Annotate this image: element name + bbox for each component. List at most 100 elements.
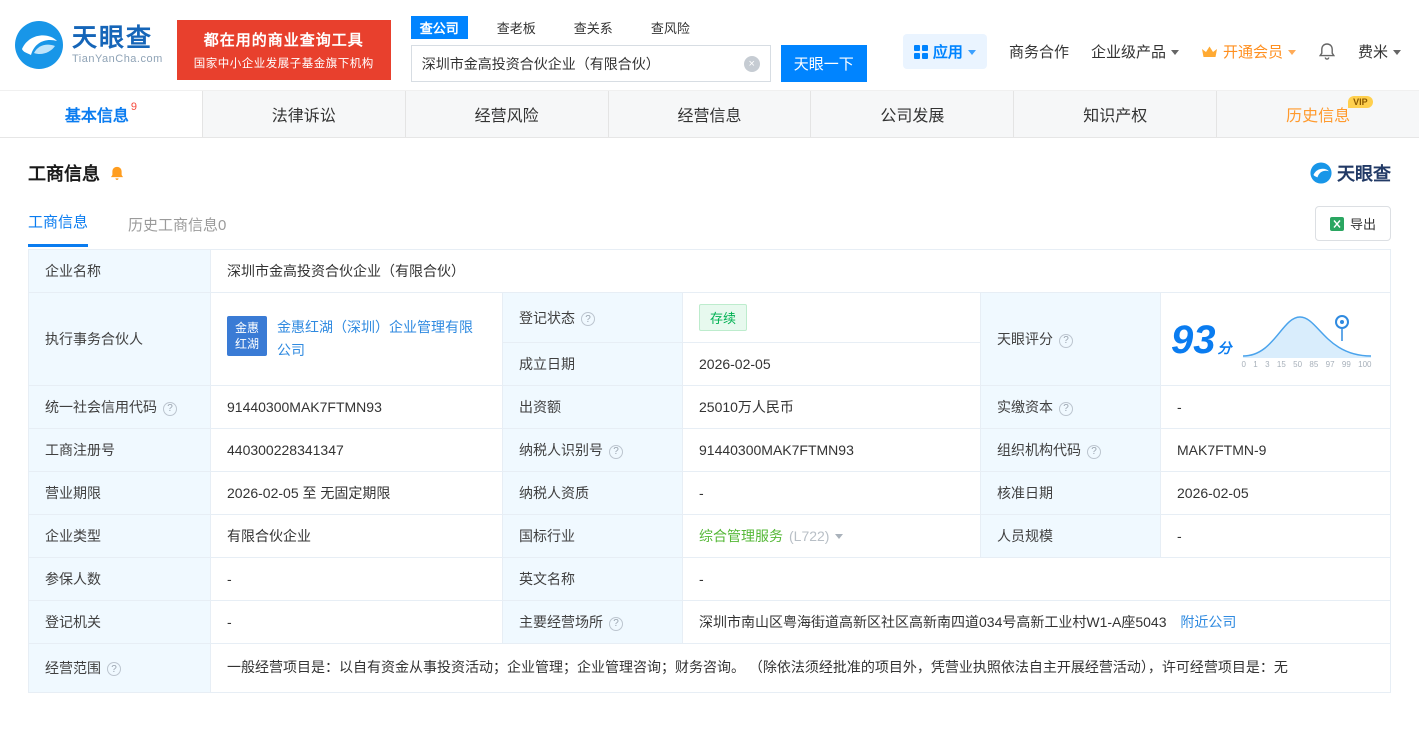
subscribe-bell-icon[interactable]: [109, 165, 125, 182]
search-tab-boss[interactable]: 查老板: [488, 16, 545, 39]
user-menu[interactable]: 费米: [1358, 41, 1401, 62]
value-registration-number: 440300228341347: [210, 428, 503, 472]
search-tab-company[interactable]: 查公司: [410, 16, 468, 39]
score-number: 93 分: [1171, 318, 1232, 362]
tab-operational-risk[interactable]: 经营风险: [406, 91, 609, 137]
score-axis: 01 3 15 50 85 97 99 100: [1241, 360, 1372, 369]
tab-badge: 9: [130, 101, 137, 113]
header: 天眼查 TianYanCha.com 都在用的商业查询工具 国家中小企业发展子基…: [0, 0, 1419, 90]
value-establish-date: 2026-02-05: [682, 342, 981, 386]
label-org-code: 组织机构代码?: [980, 428, 1161, 472]
nearby-companies-link[interactable]: 附近公司: [1180, 614, 1236, 630]
logo-subtitle: TianYanCha.com: [72, 52, 163, 65]
tianyancha-logo[interactable]: 天眼查 TianYanCha.com: [14, 20, 163, 70]
help-icon[interactable]: ?: [609, 444, 623, 459]
tab-intellectual-property[interactable]: 知识产权: [1014, 91, 1218, 137]
value-executive-partner: 金惠 红湖 金惠红湖（深圳）企业管理有限公司: [210, 292, 503, 386]
table-row: 登记机关 - 主要经营场所? 深圳市南山区粤海街道高新区社区高新南四道034号高…: [28, 600, 1391, 644]
label-company-type: 企业类型: [28, 514, 211, 558]
label-business-place: 主要经营场所?: [502, 600, 683, 644]
tab-basic-info[interactable]: 基本信息 9: [0, 91, 203, 137]
tab-history-info[interactable]: 历史信息 VIP: [1217, 91, 1419, 137]
value-insured-count: -: [210, 557, 503, 601]
clear-icon[interactable]: ×: [743, 55, 760, 72]
export-label: 导出: [1349, 217, 1376, 232]
status-badge: 存续: [699, 304, 748, 331]
label-capital: 出资额: [502, 385, 683, 429]
table-row: 经营范围? 一般经营项目是：以自有资金从事投资活动；企业管理；企业管理咨询；财务…: [28, 643, 1391, 693]
notification-bell-icon[interactable]: [1318, 42, 1336, 61]
label-establish-date: 成立日期: [502, 342, 683, 386]
search-button[interactable]: 天眼一下: [780, 45, 867, 82]
tab-label: 历史信息: [1286, 108, 1351, 125]
help-icon[interactable]: ?: [107, 662, 121, 677]
chevron-down-icon: [1393, 50, 1401, 55]
value-staff-size: -: [1160, 514, 1391, 558]
value-registration-authority: -: [210, 600, 503, 644]
value-business-term: 2026-02-05 至 无固定期限: [210, 471, 503, 515]
label-registration-status: 登记状态?: [502, 292, 683, 343]
content: 工商信息 天眼查 工商信息 历史工商信息0 导出 企业名称 深圳市金高投资合伙企…: [0, 160, 1419, 693]
tab-label: 公司发展: [880, 108, 945, 125]
label-industry: 国标行业: [502, 514, 683, 558]
label-approval-date: 核准日期: [980, 471, 1161, 515]
table-row: 统一社会信用代码? 91440300MAK7FTMN93 出资额 25010万人…: [28, 385, 1391, 429]
value-credit-code: 91440300MAK7FTMN93: [210, 385, 503, 429]
partner-logo-line2: 红湖: [234, 336, 259, 351]
value-tyc-score: 93 分 01 3 15 50 85 97 99 100: [1160, 292, 1391, 386]
label-business-scope: 经营范围?: [28, 643, 211, 693]
enterprise-label: 企业级产品: [1090, 44, 1166, 61]
search-area: 查公司 查老板 查关系 查风险 × 天眼一下: [410, 16, 867, 82]
search-input[interactable]: [421, 55, 744, 72]
help-icon[interactable]: ?: [1059, 333, 1073, 348]
subtab-business-registration[interactable]: 工商信息: [28, 211, 89, 247]
tab-legal-proceedings[interactable]: 法律诉讼: [203, 91, 406, 137]
apps-menu[interactable]: 应用: [902, 34, 987, 69]
label-taxpayer-quality: 纳税人资质: [502, 471, 683, 515]
watermark-logo-icon: [1310, 162, 1332, 184]
help-icon[interactable]: ?: [1087, 444, 1101, 459]
main-tabs: 基本信息 9 法律诉讼 经营风险 经营信息 公司发展 知识产权 历史信息 VIP: [0, 90, 1419, 138]
nav-open-vip[interactable]: 开通会员: [1201, 41, 1296, 62]
search-tab-risk[interactable]: 查风险: [642, 16, 699, 39]
chevron-down-icon: [967, 50, 976, 55]
value-capital: 25010万人民币: [682, 385, 981, 429]
tab-label: 经营信息: [677, 108, 742, 125]
tab-label: 经营风险: [474, 108, 539, 125]
help-icon[interactable]: ?: [609, 616, 623, 631]
value-taxpayer-quality: -: [682, 471, 981, 515]
value-approval-date: 2026-02-05: [1160, 471, 1391, 515]
logo-icon: [15, 21, 63, 69]
search-tab-relation[interactable]: 查关系: [565, 16, 622, 39]
help-icon[interactable]: ?: [163, 401, 177, 416]
tab-business-info[interactable]: 经营信息: [609, 91, 812, 137]
export-button[interactable]: 导出: [1314, 206, 1391, 241]
nav-enterprise-products[interactable]: 企业级产品: [1091, 41, 1179, 62]
industry-dropdown[interactable]: 综合管理服务 (L722): [699, 526, 844, 546]
label-staff-size: 人员规模: [980, 514, 1161, 558]
chevron-down-icon: [1287, 50, 1296, 55]
table-row: 企业名称 深圳市金高投资合伙企业（有限合伙）: [28, 249, 1391, 293]
tab-label: 法律诉讼: [271, 108, 336, 125]
partner-company-link[interactable]: 金惠红湖（深圳）企业管理有限公司: [277, 316, 486, 362]
top-nav: 应用 商务合作 企业级产品 开通会员 费米: [902, 34, 1401, 69]
grid-icon: [913, 44, 928, 59]
tab-company-development[interactable]: 公司发展: [811, 91, 1015, 137]
promo-banner: 都在用的商业查询工具 国家中小企业发展子基金旗下机构: [176, 20, 391, 80]
banner-line1: 都在用的商业查询工具: [203, 32, 364, 49]
vip-label: 开通会员: [1222, 44, 1283, 61]
subtab-history-registration[interactable]: 历史工商信息0: [128, 214, 226, 247]
help-icon[interactable]: ?: [1059, 401, 1073, 416]
logo-title: 天眼查: [72, 24, 154, 53]
value-registration-status: 存续: [682, 292, 981, 343]
label-registration-number: 工商注册号: [28, 428, 211, 472]
label-english-name: 英文名称: [502, 557, 683, 601]
help-icon[interactable]: ?: [581, 312, 595, 326]
nav-cooperation[interactable]: 商务合作: [1009, 41, 1069, 62]
apps-label: 应用: [932, 44, 963, 61]
search-tabs: 查公司 查老板 查关系 查风险: [410, 16, 867, 39]
label-business-term: 营业期限: [28, 471, 211, 515]
partner-logo[interactable]: 金惠 红湖: [227, 315, 267, 356]
banner-line2: 国家中小企业发展子基金旗下机构: [193, 58, 374, 70]
value-business-scope: 一般经营项目是：以自有资金从事投资活动；企业管理；企业管理咨询；财务咨询。 （除…: [210, 643, 1391, 693]
